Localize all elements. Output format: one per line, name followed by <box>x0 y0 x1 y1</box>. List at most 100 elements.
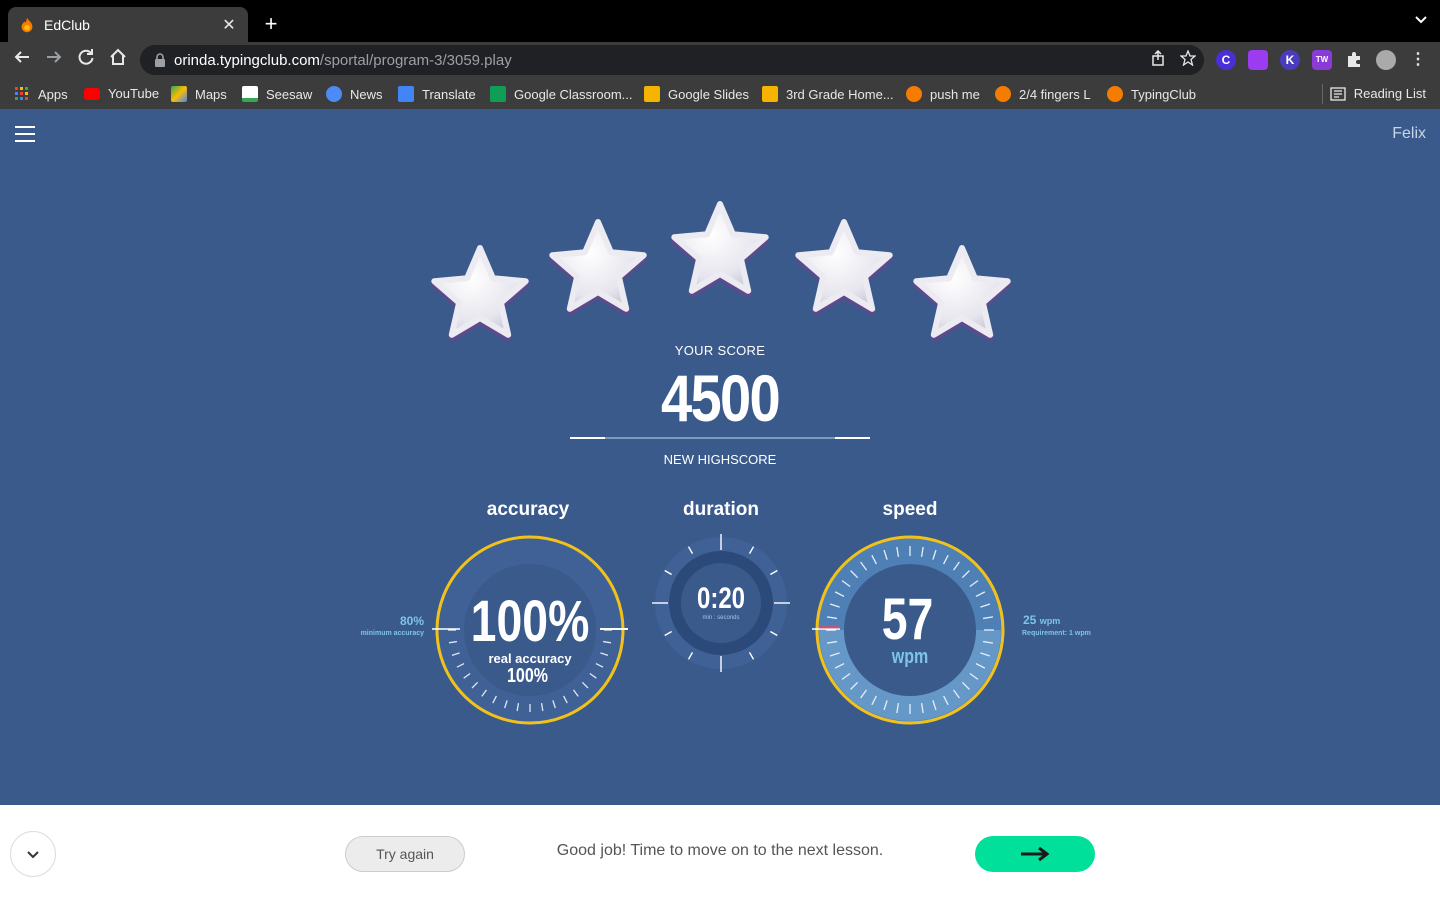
real-accuracy-label: real accuracy <box>488 651 572 666</box>
speed-requirement: 25 wpm <box>1023 613 1060 627</box>
bookmark-label: News <box>350 86 383 102</box>
edclub-favicon-icon <box>21 17 33 32</box>
duration-unit-label: min : seconds <box>702 615 740 621</box>
seesaw-icon <box>242 86 258 102</box>
bookmark-label: Apps <box>38 86 68 102</box>
reading-list-button[interactable]: Reading List <box>1330 86 1426 101</box>
arrow-right-icon <box>1021 846 1050 862</box>
star-icon <box>428 242 532 346</box>
slides-icon <box>762 86 778 102</box>
maps-icon <box>171 86 187 102</box>
bookmark-typingclub[interactable]: TypingClub <box>1107 86 1196 102</box>
bookmark-label: Google Slides <box>668 86 749 102</box>
forward-arrow-icon[interactable] <box>42 48 66 72</box>
bookmark-fingers[interactable]: 2/4 fingers L <box>995 86 1091 102</box>
browser-tab[interactable]: EdClub ✕ <box>8 7 248 42</box>
accuracy-value: 100% <box>470 589 590 654</box>
lock-icon <box>155 53 165 67</box>
bookmark-seesaw[interactable]: Seesaw <box>242 86 312 102</box>
home-icon[interactable] <box>106 48 130 72</box>
bookmark-google-classroom[interactable]: Google Classroom... <box>490 86 633 102</box>
bookmark-label: TypingClub <box>1131 86 1197 102</box>
speed-req-label: Requirement: 1 wpm <box>1022 630 1091 637</box>
speed-req-value: 25 <box>1023 613 1037 627</box>
bookmark-label: Google Classroom... <box>514 86 633 102</box>
star-icon <box>910 242 1014 346</box>
min-accuracy-value: 80% <box>399 614 424 628</box>
typingclub-flame-icon <box>906 86 922 102</box>
score-value: 4500 <box>660 361 781 435</box>
new-tab-button[interactable]: + <box>259 11 283 37</box>
bookmark-star-icon[interactable] <box>1179 49 1197 70</box>
extension-k-icon[interactable]: K <box>1280 50 1300 70</box>
speed-req-unit: wpm <box>1039 616 1061 626</box>
accuracy-title: accuracy <box>486 499 570 520</box>
extension-c-icon[interactable]: C <box>1216 50 1236 70</box>
bookmark-label: Translate <box>422 86 476 102</box>
reading-list-label: Reading List <box>1353 86 1426 101</box>
bookmark-label: push me <box>930 86 980 102</box>
bookmark-3rd-grade-home[interactable]: 3rd Grade Home... <box>762 86 894 102</box>
url-path: /sportal/program-3/3059.play <box>319 51 512 69</box>
browser-menu-icon[interactable]: ⋮ <box>1408 50 1428 70</box>
address-bar[interactable]: orinda.typingclub.com/sportal/program-3/… <box>140 45 1204 75</box>
bookmarks-bar: Apps YouTube Maps Seesaw News Translate … <box>0 78 1440 110</box>
reload-icon[interactable] <box>74 48 98 72</box>
typingclub-flame-icon <box>995 86 1011 102</box>
browser-toolbar: orinda.typingclub.com/sportal/program-3/… <box>0 42 1440 78</box>
chevron-down-icon <box>27 851 39 859</box>
min-accuracy-label: minimum accuracy <box>360 630 424 637</box>
typingclub-flame-icon <box>1107 86 1123 102</box>
bookmarks-divider <box>1322 84 1323 104</box>
highscore-label: NEW HIGHSCORE <box>663 452 777 467</box>
browser-tab-strip: EdClub ✕ + <box>0 0 1440 42</box>
classroom-icon <box>490 86 506 102</box>
bookmark-push-me[interactable]: push me <box>906 86 980 102</box>
bookmark-label: Seesaw <box>266 86 313 102</box>
bookmark-maps[interactable]: Maps <box>171 86 227 102</box>
completion-message: Good job! Time to move on to the next le… <box>556 842 884 859</box>
speed-title: speed <box>882 499 938 520</box>
bookmark-label: Maps <box>195 86 227 102</box>
tab-title: EdClub <box>44 16 90 33</box>
real-accuracy-value: 100% <box>507 665 548 687</box>
back-arrow-icon[interactable] <box>10 48 34 72</box>
duration-value: 0:20 <box>696 582 746 615</box>
apps-grid-icon <box>15 87 28 100</box>
bookmark-translate[interactable]: Translate <box>398 86 476 102</box>
bookmark-label: 3rd Grade Home... <box>786 86 894 102</box>
next-lesson-button[interactable] <box>975 836 1095 872</box>
results-page: Felix YOUR SCORE 4500 NEW HIGHSCORE accu… <box>0 110 1440 805</box>
profile-avatar[interactable] <box>1376 50 1396 70</box>
news-icon <box>326 86 342 102</box>
tab-search-chevron-icon[interactable] <box>1414 12 1428 28</box>
duration-title: duration <box>683 499 759 520</box>
speed-unit: wpm <box>891 646 929 668</box>
try-again-button[interactable]: Try again <box>345 836 465 872</box>
user-name[interactable]: Felix <box>1392 125 1426 143</box>
bookmark-apps[interactable]: Apps <box>14 86 68 102</box>
share-icon[interactable] <box>1150 49 1166 70</box>
bookmark-label: 2/4 fingers L <box>1019 86 1091 102</box>
bookmark-google-slides[interactable]: Google Slides <box>644 86 749 102</box>
star-icon <box>546 216 650 320</box>
slides-icon <box>644 86 660 102</box>
extension-tw-icon[interactable]: TW <box>1312 50 1332 70</box>
collapse-button[interactable] <box>10 831 56 877</box>
youtube-icon <box>84 87 100 100</box>
star-icon <box>792 216 896 320</box>
lesson-footer: Try again Good job! Time to move on to t… <box>0 805 1440 900</box>
tab-close-icon[interactable]: ✕ <box>220 15 238 35</box>
reading-list-icon <box>1330 86 1346 101</box>
hamburger-menu-icon[interactable] <box>15 126 35 142</box>
score-bar <box>570 437 870 439</box>
extension-bookmark-icon[interactable] <box>1248 50 1268 70</box>
bookmark-label: YouTube <box>108 86 160 101</box>
speed-value: 57 <box>881 587 934 652</box>
star-icon <box>668 198 772 302</box>
score-label: YOUR SCORE <box>674 343 766 358</box>
translate-icon <box>398 86 414 102</box>
extensions-puzzle-icon[interactable] <box>1344 50 1364 70</box>
bookmark-youtube[interactable]: YouTube <box>84 86 159 101</box>
bookmark-news[interactable]: News <box>326 86 383 102</box>
